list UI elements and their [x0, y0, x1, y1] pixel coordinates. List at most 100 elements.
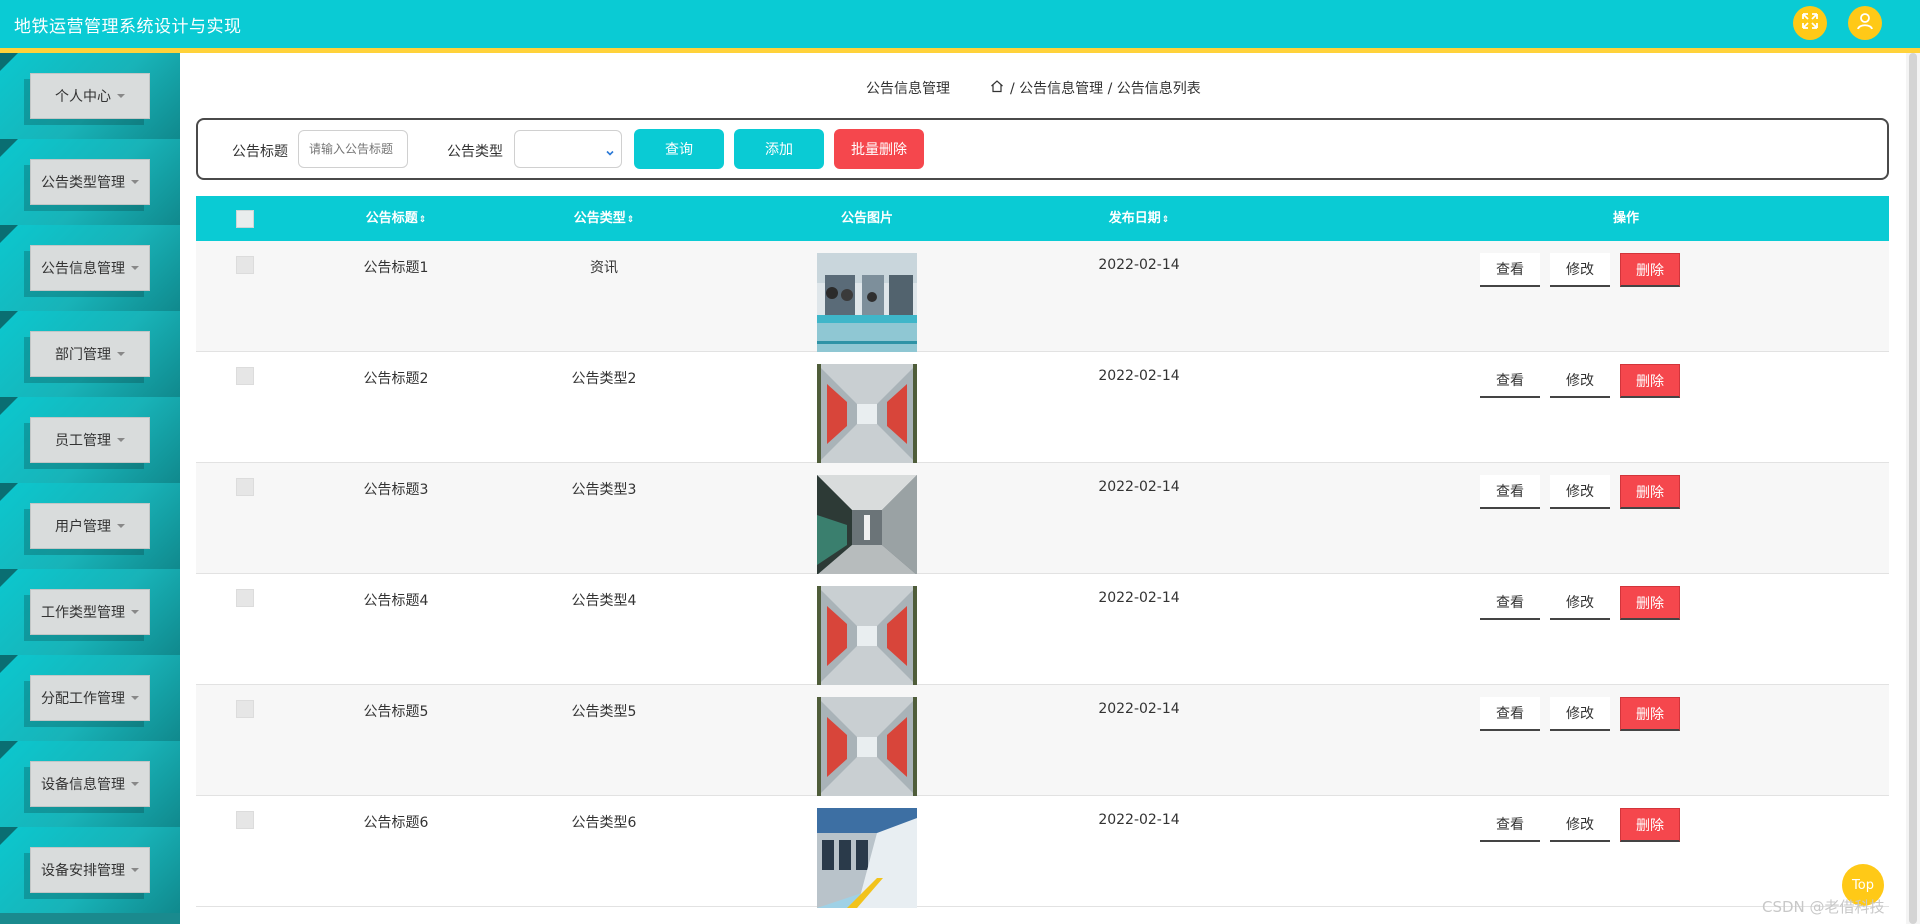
scrollbar-thumb[interactable] [1909, 53, 1917, 924]
delete-button[interactable]: 删除 [1620, 364, 1680, 398]
caret-down-icon [131, 266, 139, 270]
edit-button[interactable]: 修改 [1550, 808, 1610, 842]
sidebar-item-employee[interactable]: 员工管理 [0, 397, 180, 483]
row-checkbox[interactable] [236, 256, 254, 274]
search-panel: 公告标题 公告类型 查询 添加 批量删除 [196, 118, 1889, 180]
notice-image [817, 586, 917, 686]
row-date: 2022-02-14 [1098, 590, 1180, 606]
sidebar-item-assign-work[interactable]: 分配工作管理 [0, 655, 180, 741]
sort-icon: ⇕ [626, 215, 635, 225]
add-button[interactable]: 添加 [734, 129, 824, 169]
sidebar-item-label: 个人中心 [55, 89, 111, 105]
sidebar-item-equipment-schedule[interactable]: 设备安排管理 [0, 827, 180, 913]
view-button[interactable]: 查看 [1480, 253, 1540, 287]
notice-image [817, 808, 917, 908]
delete-button[interactable]: 删除 [1620, 475, 1680, 509]
row-title: 公告标题4 [363, 593, 429, 609]
view-button[interactable]: 查看 [1480, 808, 1540, 842]
type-select[interactable] [514, 130, 622, 168]
title-search-input[interactable] [298, 130, 408, 168]
column-header-image: 公告图片 [840, 211, 893, 226]
row-checkbox[interactable] [236, 589, 254, 607]
row-checkbox[interactable] [236, 367, 254, 385]
app-title: 地铁运营管理系统设计与实现 [14, 17, 242, 37]
row-date: 2022-02-14 [1098, 368, 1180, 384]
select-all-checkbox[interactable] [236, 210, 254, 228]
sidebar-item-personal-center[interactable]: 个人中心 [0, 53, 180, 139]
home-icon[interactable] [990, 79, 1004, 97]
column-header-type[interactable]: 公告类型⇕ [554, 196, 654, 241]
edit-button[interactable]: 修改 [1550, 364, 1610, 398]
sidebar-item-notice-type[interactable]: 公告类型管理 [0, 139, 180, 225]
caret-down-icon [131, 868, 139, 872]
title-filter-label: 公告标题 [232, 144, 288, 160]
sort-icon: ⇕ [418, 215, 427, 225]
sidebar: 个人中心 公告类型管理 公告信息管理 部门管理 员工管理 用户管理 工作类型管理… [0, 53, 180, 924]
row-date: 2022-02-14 [1098, 701, 1180, 717]
row-checkbox[interactable] [236, 700, 254, 718]
sidebar-item-department[interactable]: 部门管理 [0, 311, 180, 397]
sidebar-item-label: 设备安排管理 [41, 863, 125, 879]
caret-down-icon [131, 782, 139, 786]
caret-down-icon [131, 696, 139, 700]
vertical-scrollbar[interactable] [1906, 53, 1920, 924]
chevron-down-icon [605, 143, 615, 156]
delete-button[interactable]: 删除 [1620, 253, 1680, 287]
row-checkbox[interactable] [236, 478, 254, 496]
notice-table: 公告标题⇕ 公告类型⇕ 公告图片 发布日期⇕ 操作 公告标题1 资讯 2022-… [196, 196, 1889, 908]
table-row: 公告标题3 公告类型3 2022-02-14 查看 修改 删除 [196, 463, 1889, 575]
sidebar-item-label: 公告类型管理 [41, 175, 125, 191]
fullscreen-icon [1800, 11, 1820, 35]
sidebar-item-label: 公告信息管理 [41, 261, 125, 277]
sort-icon: ⇕ [1161, 215, 1170, 225]
table-row: 公告标题1 资讯 2022-02-14 查看 修改 删除 [196, 241, 1889, 353]
row-type: 公告类型6 [571, 815, 637, 831]
delete-button[interactable]: 删除 [1620, 586, 1680, 620]
table-row: 公告标题4 公告类型4 2022-02-14 查看 修改 删除 [196, 574, 1889, 686]
view-button[interactable]: 查看 [1480, 364, 1540, 398]
type-filter-label: 公告类型 [447, 144, 503, 160]
edit-button[interactable]: 修改 [1550, 475, 1610, 509]
table-row: 公告标题2 公告类型2 2022-02-14 查看 修改 删除 [196, 352, 1889, 464]
batch-delete-button[interactable]: 批量删除 [834, 129, 924, 169]
sidebar-item-work-type[interactable]: 工作类型管理 [0, 569, 180, 655]
top-header: 地铁运营管理系统设计与实现 [0, 0, 1920, 50]
delete-button[interactable]: 删除 [1620, 808, 1680, 842]
notice-image [817, 364, 917, 464]
user-avatar-button[interactable] [1848, 6, 1882, 40]
sidebar-item-equipment-info[interactable]: 设备信息管理 [0, 741, 180, 827]
edit-button[interactable]: 修改 [1550, 253, 1610, 287]
watermark: CSDN @老借科技 [1762, 898, 1885, 916]
page-title: 公告信息管理 [866, 81, 950, 97]
caret-down-icon [117, 438, 125, 442]
sidebar-item-user[interactable]: 用户管理 [0, 483, 180, 569]
fullscreen-button[interactable] [1793, 6, 1827, 40]
column-header-title[interactable]: 公告标题⇕ [346, 196, 446, 241]
view-button[interactable]: 查看 [1480, 475, 1540, 509]
row-type: 资讯 [590, 260, 618, 276]
caret-down-icon [117, 352, 125, 356]
sidebar-item-label: 设备信息管理 [41, 777, 125, 793]
sidebar-item-label: 分配工作管理 [41, 691, 125, 707]
view-button[interactable]: 查看 [1480, 586, 1540, 620]
query-button[interactable]: 查询 [634, 129, 724, 169]
column-header-actions: 操作 [1612, 211, 1639, 226]
notice-image [817, 697, 917, 797]
table-row: 公告标题6 公告类型6 2022-02-14 查看 修改 删除 [196, 796, 1889, 908]
edit-button[interactable]: 修改 [1550, 697, 1610, 731]
sidebar-item-notice-info[interactable]: 公告信息管理 [0, 225, 180, 311]
notice-image [817, 475, 917, 575]
view-button[interactable]: 查看 [1480, 697, 1540, 731]
table-row: 公告标题5 公告类型5 2022-02-14 查看 修改 删除 [196, 685, 1889, 797]
user-icon [1855, 11, 1875, 35]
row-type: 公告类型3 [571, 482, 637, 498]
row-type: 公告类型4 [571, 593, 637, 609]
row-checkbox[interactable] [236, 811, 254, 829]
row-date: 2022-02-14 [1098, 812, 1180, 828]
row-date: 2022-02-14 [1098, 479, 1180, 495]
edit-button[interactable]: 修改 [1550, 586, 1610, 620]
table-header: 公告标题⇕ 公告类型⇕ 公告图片 发布日期⇕ 操作 [196, 196, 1889, 241]
delete-button[interactable]: 删除 [1620, 697, 1680, 731]
caret-down-icon [117, 524, 125, 528]
column-header-date[interactable]: 发布日期⇕ [1084, 196, 1194, 241]
